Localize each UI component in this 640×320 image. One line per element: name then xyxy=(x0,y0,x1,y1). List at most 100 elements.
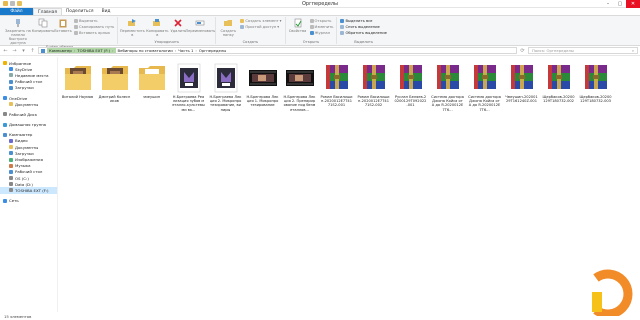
file-item[interactable]: Чмеушин-20200129T161240Z-001 xyxy=(505,62,538,103)
breadcrumb-current[interactable]: Оргпеределы xyxy=(199,48,226,53)
winrar-archive-icon xyxy=(359,62,389,94)
file-name: Чмеушин-20200129T161240Z-001 xyxy=(505,95,538,104)
copy-icon xyxy=(38,18,48,28)
ribbon-group-organize: Переместить в Копировать в Удалить Переи… xyxy=(118,17,217,44)
cloud-icon xyxy=(9,67,13,72)
copy-path-button[interactable]: Скопировать путь xyxy=(74,24,114,29)
file-item[interactable]: чмеушин xyxy=(135,62,168,99)
file-item[interactable]: Система доктора Джона Койса от А до Я-20… xyxy=(468,62,501,112)
file-name: Н.Брегерова Лекция 2. Препарирование под… xyxy=(283,95,316,112)
video-thumbnail-icon xyxy=(285,62,315,94)
properties-button[interactable]: Свойства xyxy=(289,17,307,33)
path-icon xyxy=(74,24,78,29)
nav-item-label: Видео xyxy=(15,138,28,144)
cut-button[interactable]: Вырезать xyxy=(74,18,114,23)
rename-button[interactable]: Переименовать xyxy=(185,17,215,33)
minimize-button[interactable]: – xyxy=(602,0,614,8)
delete-button[interactable]: Удалить xyxy=(170,17,186,33)
window-title: Оргпеределы xyxy=(301,0,338,7)
breadcrumb-drive[interactable]: TOSHIBA EXT (F:) xyxy=(77,48,110,53)
address-bar[interactable]: Компьютер › TOSHIBA EXT (F:) › Вебинары … xyxy=(38,47,517,54)
forward-button[interactable]: → xyxy=(11,47,18,54)
download-icon xyxy=(9,151,13,156)
nav-item[interactable]: Сеть xyxy=(0,198,57,204)
recent-icon xyxy=(9,73,13,78)
new-item-button[interactable]: Создать элемент ▾ xyxy=(240,18,282,23)
scissors-icon xyxy=(74,18,78,23)
file-item[interactable]: Н.Бреграева Лекция 2. Микропротезировани… xyxy=(209,62,242,112)
tab-file[interactable]: Файл xyxy=(0,8,33,15)
file-item[interactable]: Роман Василишин-2020012E7T4171S2-002 xyxy=(357,62,390,108)
select-none-button[interactable]: Снять выделение xyxy=(340,24,386,29)
chevron-down-icon: ▾ xyxy=(277,24,280,29)
select-group-label: Выделить xyxy=(354,40,374,44)
tab-home[interactable]: Главная xyxy=(33,8,62,15)
download-icon xyxy=(9,85,13,90)
history-icon xyxy=(309,30,314,35)
breadcrumb-separator: › xyxy=(174,48,177,53)
paste-button[interactable]: Вставить xyxy=(54,17,72,33)
tab-view[interactable]: Вид xyxy=(98,8,115,15)
refresh-button[interactable]: ⟳ xyxy=(519,47,526,54)
search-input[interactable]: Поиск: Оргпеределы ⌕ xyxy=(528,47,638,54)
file-item[interactable]: Щербаков-20200129T180732-003 xyxy=(579,62,612,103)
ribbon-group-open: Свойства Открыть Изменить Журнал Открыть xyxy=(286,17,338,44)
drive-icon xyxy=(9,176,13,181)
back-button[interactable]: ← xyxy=(2,47,9,54)
breadcrumb-part[interactable]: Часть 1 xyxy=(178,48,193,53)
copy-button[interactable]: Копировать xyxy=(32,17,54,33)
brand-logo xyxy=(592,269,633,316)
tab-share[interactable]: Поделиться xyxy=(62,8,98,15)
paste-shortcut-button[interactable]: Вставить ярлык xyxy=(74,30,114,35)
ribbon-group-select: Выделить все Снять выделение Обратить вы… xyxy=(337,17,389,44)
file-item[interactable]: Щербаков-20200129T180732-002 xyxy=(542,62,575,103)
pin-icon xyxy=(16,19,20,27)
file-item[interactable]: Руслан Беляев-20200129T092022-001 xyxy=(394,62,427,108)
file-name: Щербаков-20200129T180732-002 xyxy=(542,95,575,104)
breadcrumb-computer[interactable]: Компьютер xyxy=(49,48,72,53)
file-name: Система доктора Джона Койса от А до Я-20… xyxy=(431,95,464,112)
file-item[interactable]: Виталий Наумов xyxy=(61,62,94,99)
file-item[interactable]: Н.Брегерова Лекция 2. Препарирование под… xyxy=(283,62,316,112)
nav-item-label: Рабочий Диск xyxy=(9,111,38,117)
select-all-button[interactable]: Выделить все xyxy=(340,18,386,23)
rename-icon xyxy=(196,20,205,26)
file-item[interactable]: Дмитрий Колесников xyxy=(98,62,131,103)
up-button[interactable]: ↑ xyxy=(29,47,36,54)
edit-button[interactable]: Изменить xyxy=(309,24,333,29)
breadcrumb-separator: › xyxy=(73,48,76,53)
file-item[interactable]: Н.Брегерова Лекция 1. Микропротезировани… xyxy=(246,62,279,108)
navigation-pane: Избранное SkyDrive Недавние места Рабочий с… xyxy=(0,57,58,312)
nav-item-label: Документы xyxy=(15,144,39,150)
title-bar: Оргпеределы – ▢ ✕ xyxy=(0,0,640,8)
organize-group-label: Упорядочить xyxy=(154,40,180,44)
new-folder-button[interactable]: Создать папку xyxy=(219,17,237,37)
folder-icon xyxy=(9,102,13,107)
file-item[interactable]: Роман Василишин-2020012E7T4171S2-001 xyxy=(320,62,353,108)
copy-to-icon xyxy=(153,19,161,26)
nav-item-label: Музыка xyxy=(15,163,31,169)
folder-icon xyxy=(9,145,13,150)
ribbon-group-new: Создать папку Создать элемент ▾ Простой д… xyxy=(216,17,286,44)
copy-to-button[interactable]: Копировать в xyxy=(146,17,169,37)
status-bar: 15 элементов xyxy=(0,312,640,320)
folder-icon xyxy=(100,62,130,94)
breadcrumb-webinars[interactable]: Вебинары по стоматологии xyxy=(118,48,173,53)
maximize-button[interactable]: ▢ xyxy=(614,0,626,8)
move-to-button[interactable]: Переместить в xyxy=(120,17,145,37)
nav-item-label: Рабочий стол xyxy=(15,79,43,85)
shortcut-icon xyxy=(74,30,78,35)
history-button[interactable]: Журнал xyxy=(309,30,334,35)
recent-locations-button[interactable]: ▾ xyxy=(20,47,27,54)
easy-access-button[interactable]: Простой доступ ▾ xyxy=(240,24,281,29)
open-button[interactable]: Открыть xyxy=(309,18,334,23)
close-button[interactable]: ✕ xyxy=(626,0,640,8)
pin-button[interactable]: Закрепить на панели быстрого доступа xyxy=(5,17,31,45)
file-item[interactable]: Система доктора Джона Койса от А до Я-20… xyxy=(431,62,464,112)
desktop-icon xyxy=(9,79,13,84)
invert-selection-button[interactable]: Обратить выделение xyxy=(340,30,387,35)
chevron-down-icon: ▾ xyxy=(279,18,282,23)
winrar-archive-icon xyxy=(433,62,463,94)
winrar-archive-icon xyxy=(544,62,574,94)
file-item[interactable]: Н.Бреграева Реализация зубов металло-кул… xyxy=(172,62,205,112)
